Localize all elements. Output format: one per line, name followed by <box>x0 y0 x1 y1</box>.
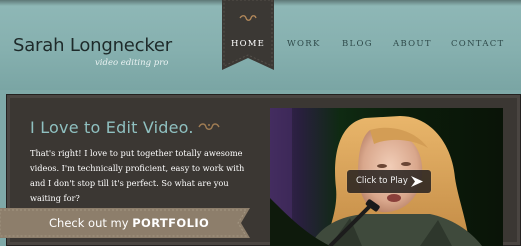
play-label: Click to Play <box>356 176 408 186</box>
nav-item-contact[interactable]: CONTACT <box>451 39 505 49</box>
intro-text: That's right! I love to put together tot… <box>30 148 245 203</box>
nav-item-about[interactable]: ABOUT <box>393 39 432 49</box>
page-headline: I Love to Edit Video. <box>30 118 194 137</box>
main-nav: HOME WORK BLOG ABOUT CONTACT <box>222 0 521 70</box>
portfolio-cta-button[interactable]: Check out my PORTFOLIO <box>0 208 250 238</box>
nav-item-home-label: HOME <box>230 39 266 49</box>
cta-label: Check out my PORTFOLIO <box>49 216 209 230</box>
nav-item-work[interactable]: WORK <box>287 39 321 49</box>
cta-emphasis: PORTFOLIO <box>132 216 210 230</box>
cta-prefix: Check out my <box>49 216 129 230</box>
nav-item-home[interactable]: HOME <box>222 0 274 70</box>
brand-name[interactable]: Sarah Longnecker <box>13 35 172 56</box>
nav-item-blog[interactable]: BLOG <box>342 39 373 49</box>
nav-active-flag <box>222 0 274 70</box>
play-arrow-icon <box>411 176 423 187</box>
ornament-icon <box>239 15 257 21</box>
click-to-play-button[interactable]: Click to Play <box>347 170 431 193</box>
ornament-icon <box>198 123 220 130</box>
site-header: Sarah Longnecker video editing pro HOME … <box>0 0 521 90</box>
brand-tagline: video editing pro <box>95 58 169 68</box>
